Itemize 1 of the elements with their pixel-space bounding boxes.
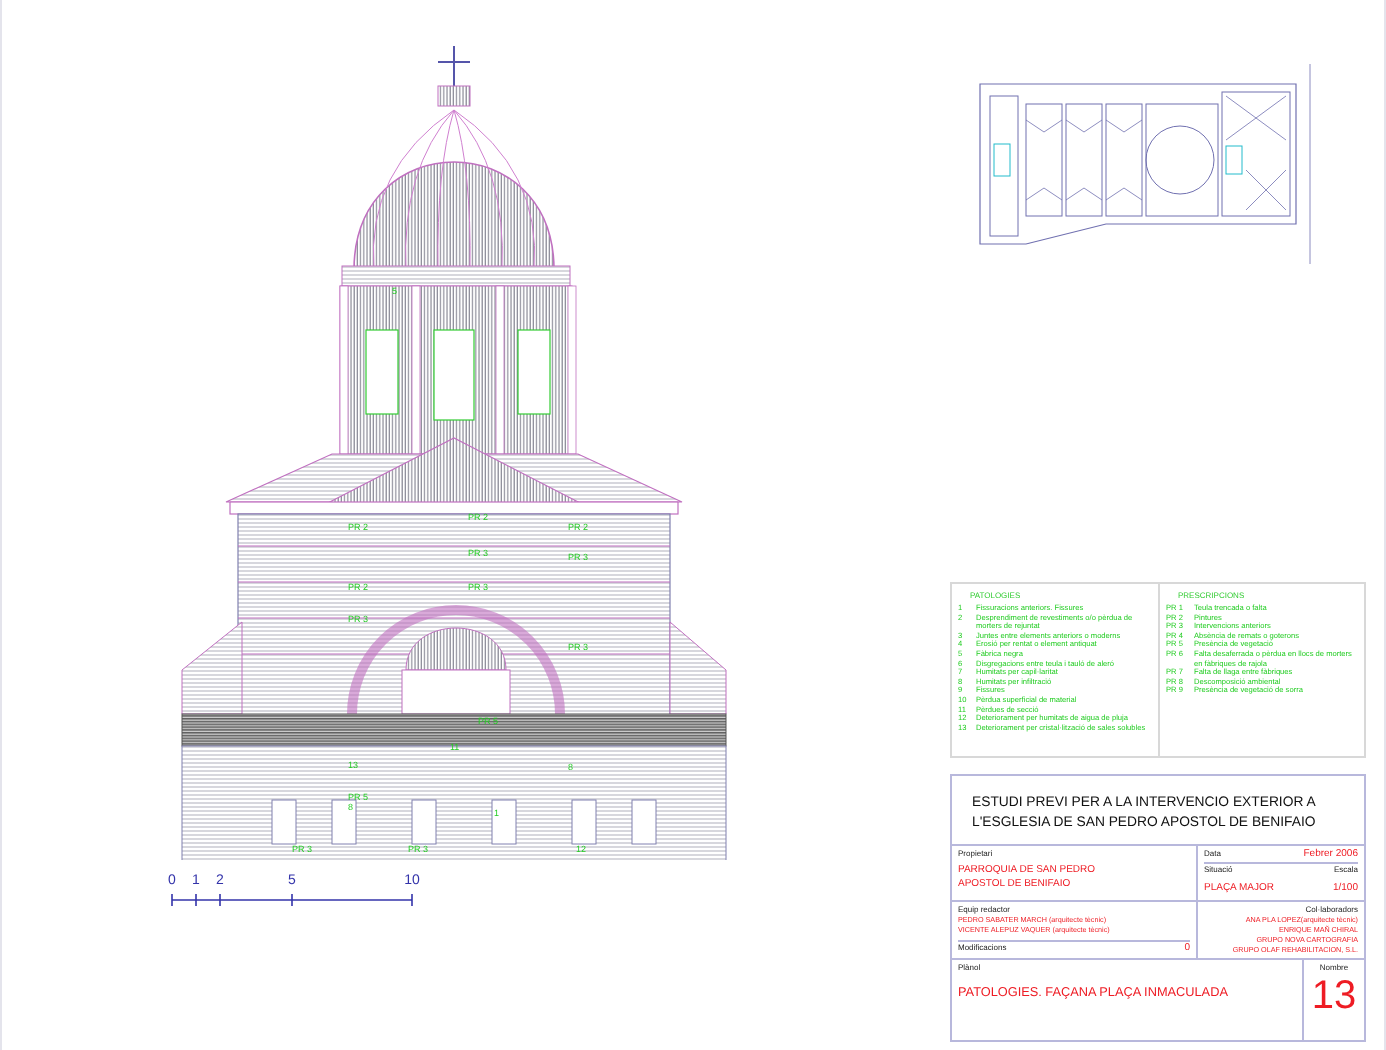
- drawing-number: 13: [1311, 974, 1357, 1018]
